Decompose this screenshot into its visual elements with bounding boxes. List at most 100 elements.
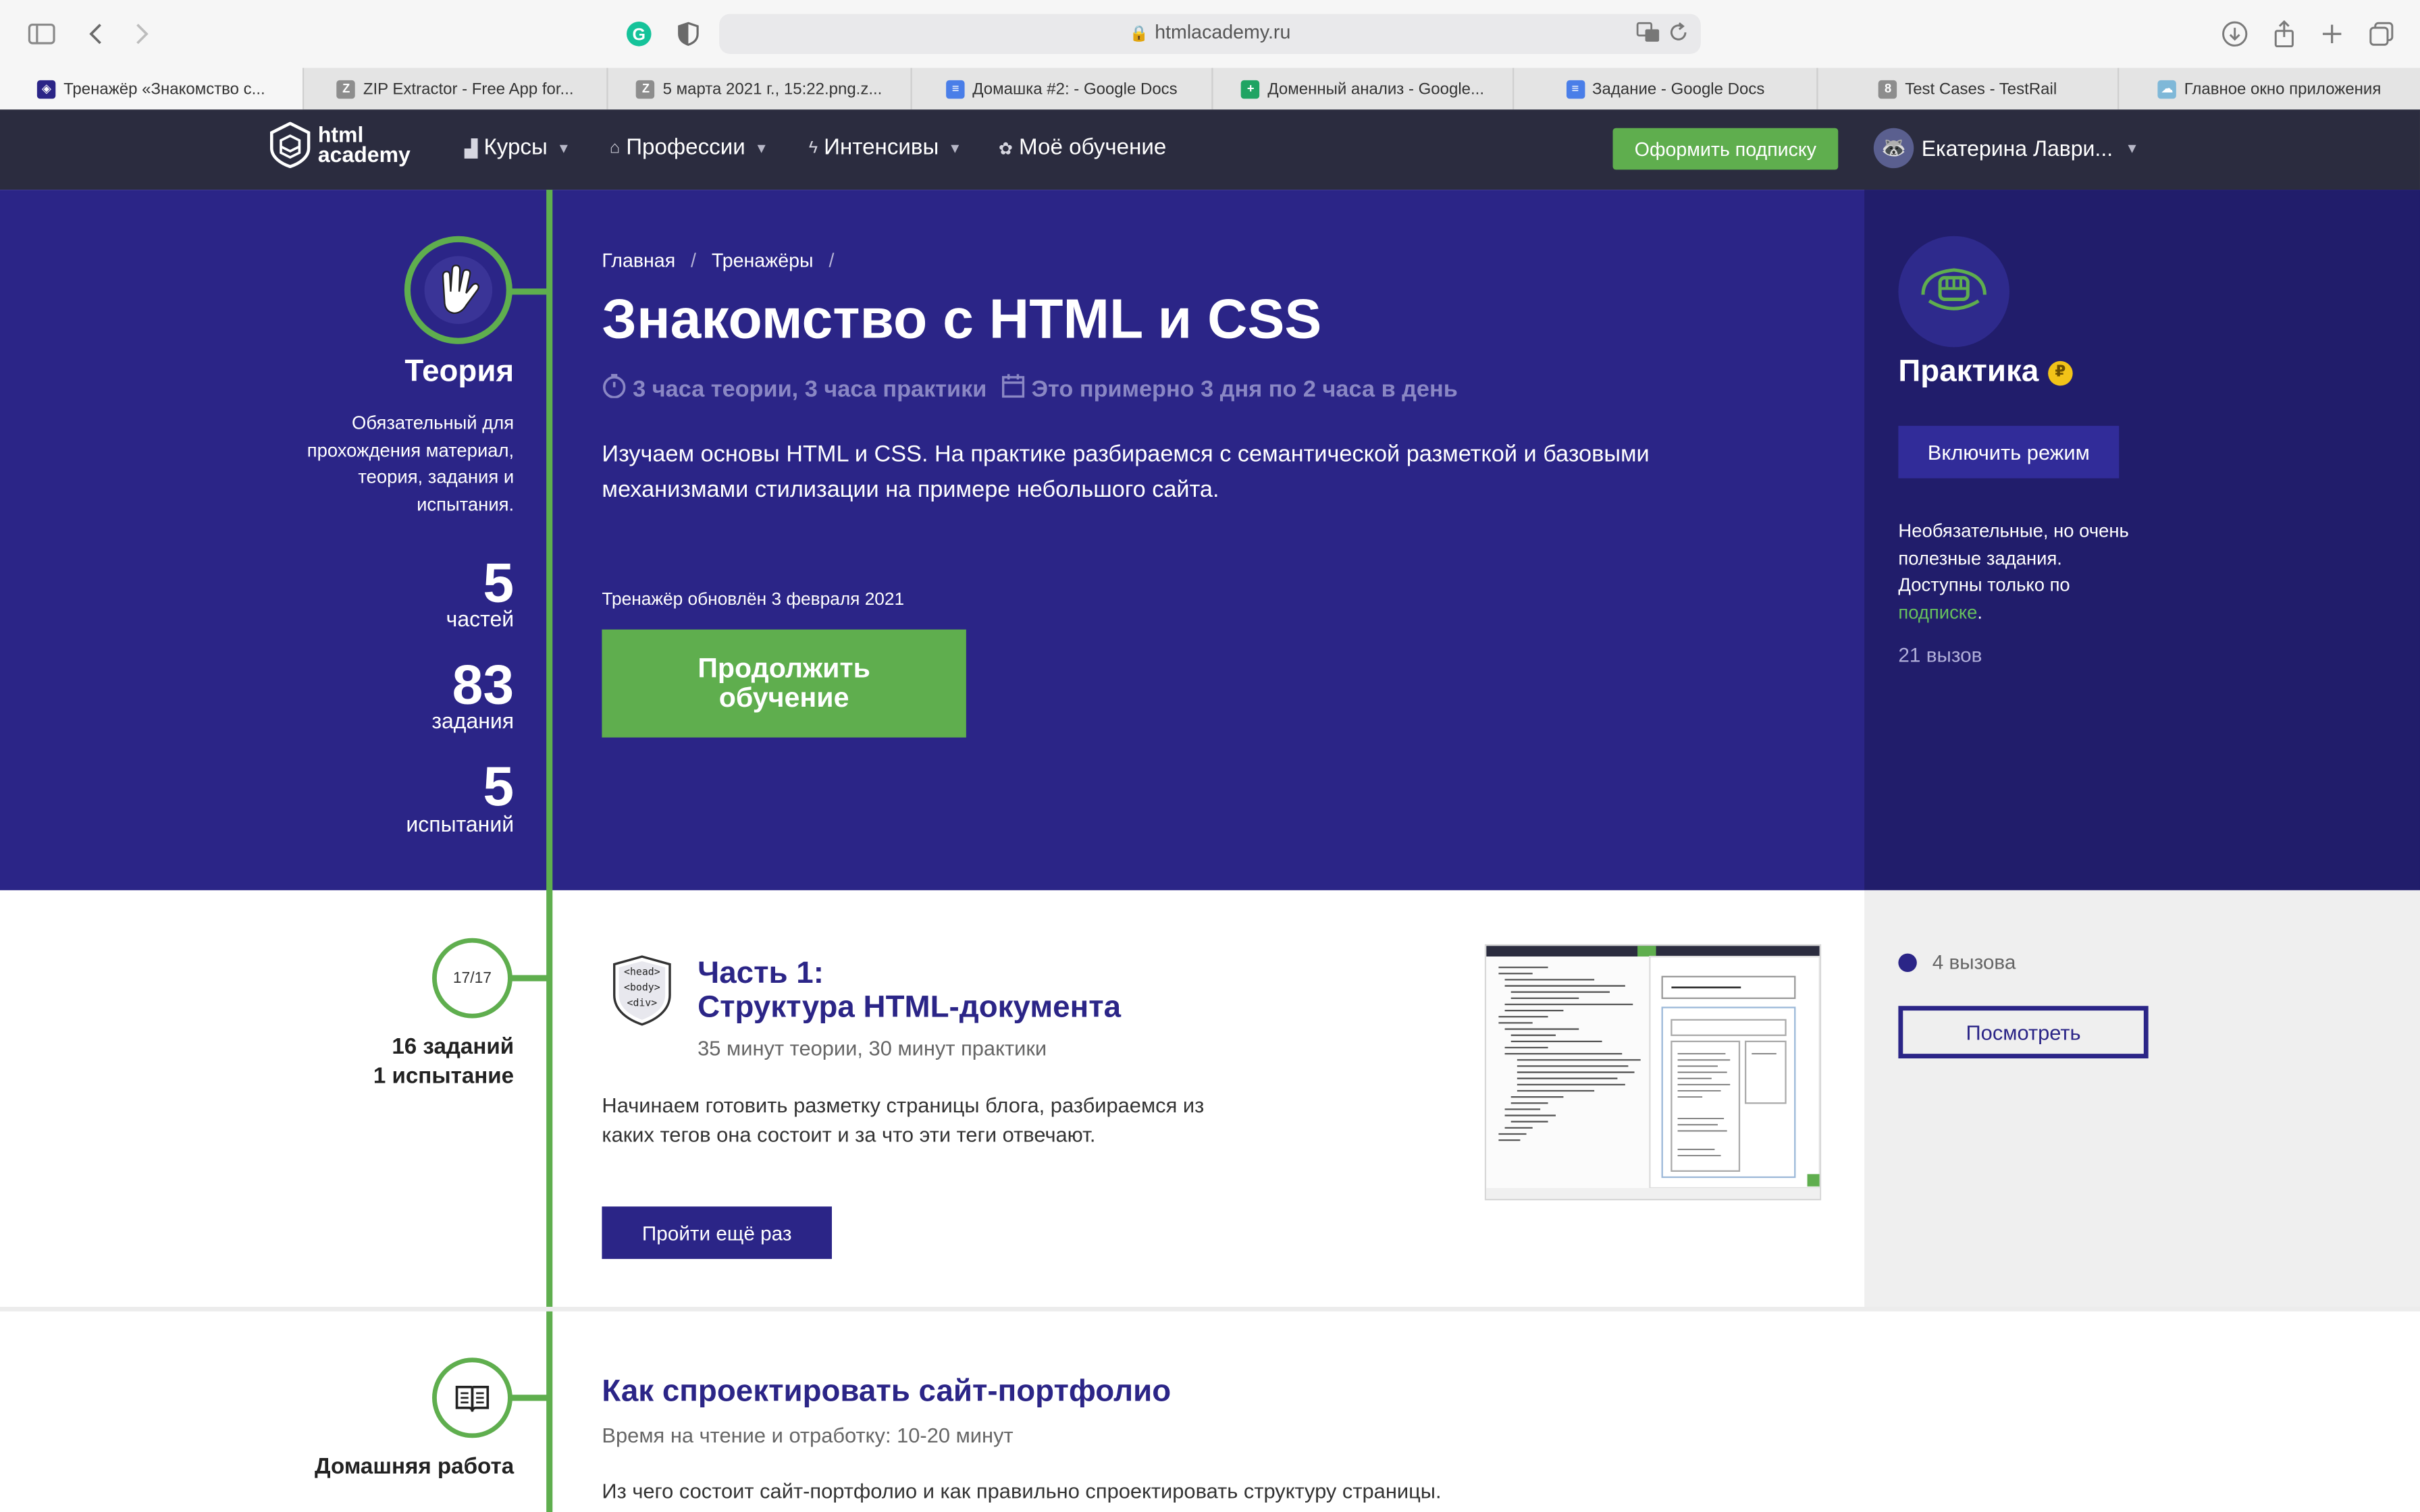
breadcrumb-separator: / <box>828 250 835 272</box>
page-title: Знакомство с HTML и CSS <box>602 287 1322 350</box>
tab-title: Test Cases - TestRail <box>1905 79 2057 99</box>
google-docs-icon: ≡ <box>1566 79 1585 99</box>
view-button[interactable]: Посмотреть <box>1898 1006 2149 1058</box>
stat-parts-label: частей <box>446 606 515 631</box>
stat-parts-value: 5 <box>483 550 515 614</box>
browser-tab[interactable]: + Доменный анализ - Google... <box>1213 68 1515 110</box>
tabs-icon[interactable] <box>2363 16 2400 53</box>
clock-icon <box>602 373 627 404</box>
stat-tasks-label: задания <box>431 708 515 733</box>
address-bar[interactable]: 🔒 htmlacademy.ru <box>719 14 1701 54</box>
book-icon <box>455 1386 490 1412</box>
zip-favicon-icon: Z <box>336 79 356 99</box>
section-divider <box>0 1306 2420 1312</box>
subscribe-button[interactable]: Оформить подписку <box>1612 128 1839 170</box>
nav-courses-label: Курсы <box>483 136 548 161</box>
shield-privacy-icon[interactable] <box>670 16 707 53</box>
timeline-line <box>546 190 553 1512</box>
stat-trials-label: испытаний <box>406 811 515 836</box>
browser-toolbar: G 🔒 htmlacademy.ru <box>0 0 2420 68</box>
course-duration: 3 часа теории, 3 часа практики <box>633 375 987 402</box>
fist-icon <box>1921 268 1987 310</box>
nav-professions-label: Профессии <box>626 136 745 161</box>
part1-trials: 1 испытание <box>373 1064 515 1089</box>
part1-title-line2: Структура HTML-документа <box>698 990 1122 1025</box>
svg-text:G: G <box>633 25 646 44</box>
logo[interactable]: html academy <box>269 122 411 169</box>
shield-tag: <body> <box>624 981 660 993</box>
forward-icon[interactable] <box>124 16 161 53</box>
testrail-favicon-icon: 8 <box>1878 79 1897 99</box>
retry-button[interactable]: Пройти ещё раз <box>602 1206 832 1260</box>
breadcrumb: Главная / Тренажёры / <box>602 250 834 271</box>
coin-icon: ₽ <box>2048 360 2073 385</box>
part1-shield-icon: <head> <body> <div> <box>612 955 671 1034</box>
subscription-link[interactable]: подписке <box>1898 601 1977 622</box>
practice-title-text: Практика <box>1898 354 2039 389</box>
grammarly-icon[interactable]: G <box>621 16 658 53</box>
breadcrumb-home[interactable]: Главная <box>602 250 675 271</box>
practice-desc-end: . <box>1977 601 1983 623</box>
browser-tab[interactable]: 8 Test Cases - TestRail <box>1818 68 2120 110</box>
shield-tag: <div> <box>627 996 658 1008</box>
lightning-icon: ϟ <box>808 138 818 158</box>
homework-description: Из чего состоит сайт-портфолио и как пра… <box>602 1479 1442 1503</box>
google-docs-icon: ≡ <box>946 79 965 99</box>
browser-tab[interactable]: ◈ Тренажёр «Знакомство с... <box>0 68 305 110</box>
hand-icon <box>424 256 493 324</box>
part1-title[interactable]: Часть 1: Структура HTML-документа <box>698 956 1121 1025</box>
browser-tab[interactable]: ≡ Задание - Google Docs <box>1514 68 1818 110</box>
breadcrumb-trainers[interactable]: Тренажёры <box>712 250 814 271</box>
browser-tab[interactable]: ☁ Главное окно приложения <box>2119 68 2420 110</box>
user-menu[interactable]: 🦝 Екатерина Лаври... ▼ <box>1873 128 2139 169</box>
continue-learning-button[interactable]: Продолжить обучение <box>602 629 966 738</box>
nav-intensives[interactable]: ϟ Интенсивы ▼ <box>809 136 962 161</box>
calendar-icon <box>1002 373 1025 404</box>
part1-challenges-count: 4 вызова <box>1932 950 2016 974</box>
course-description: Изучаем основы HTML и CSS. На практике р… <box>602 441 1650 504</box>
homework-title[interactable]: Как спроектировать сайт-портфолио <box>602 1375 1171 1411</box>
timeline-branch <box>509 975 550 981</box>
nav-my-learning[interactable]: ✿ Моё обучение <box>999 136 1166 161</box>
sidebar-icon[interactable] <box>23 16 60 53</box>
stat-trials-value: 5 <box>483 754 515 818</box>
plus-icon[interactable] <box>2313 16 2350 53</box>
browser-tab[interactable]: Z 5 марта 2021 г., 15:22.png.z... <box>608 68 912 110</box>
homework-badge <box>431 1357 512 1438</box>
share-icon[interactable] <box>2265 16 2303 53</box>
browser-tab[interactable]: Z ZIP Extractor - Free App for... <box>304 68 608 110</box>
part1-title-line1: Часть 1: <box>698 956 824 991</box>
nav-courses[interactable]: ▟ Курсы ▼ <box>465 136 571 161</box>
tab-title: 5 марта 2021 г., 15:22.png.z... <box>662 79 883 99</box>
user-name: Екатерина Лаври... <box>1921 136 2113 161</box>
browser-tab[interactable]: ≡ Домашка #2: - Google Docs <box>912 68 1213 110</box>
tab-bar: ◈ Тренажёр «Знакомство с... Z ZIP Extrac… <box>0 68 2420 111</box>
enable-mode-button[interactable]: Включить режим <box>1898 425 2120 479</box>
nav-intensives-label: Интенсивы <box>824 136 939 161</box>
course-meta: 3 часа теории, 3 часа практики Это приме… <box>602 373 1458 404</box>
updated-date: Тренажёр обновлён 3 февраля 2021 <box>602 591 905 610</box>
part1-preview-image[interactable] <box>1484 944 1822 1201</box>
back-icon[interactable] <box>77 16 114 53</box>
translate-icon[interactable] <box>1636 22 1661 51</box>
homework-meta: Время на чтение и отработку: 10-20 минут <box>602 1424 1014 1447</box>
theory-badge <box>404 236 512 344</box>
status-dot-icon <box>1898 952 1917 971</box>
htmlacademy-favicon-icon: ◈ <box>37 79 56 99</box>
part1-challenges: 4 вызова <box>1898 950 2016 973</box>
site-header: html academy ▟ Курсы ▼ ⌂ Профессии ▼ ϟ И… <box>0 109 2420 190</box>
google-sheets-icon: + <box>1241 79 1260 99</box>
part1-stats: 16 заданий 1 испытание <box>278 1033 514 1092</box>
nav-professions[interactable]: ⌂ Профессии ▼ <box>610 136 768 161</box>
chevron-down-icon: ▼ <box>754 140 768 156</box>
logo-line2: academy <box>317 142 411 167</box>
part1-progress-badge: 17/17 <box>431 938 512 1019</box>
chevron-down-icon: ▼ <box>2125 140 2139 156</box>
download-icon[interactable] <box>2216 16 2253 53</box>
continue-learning-label: Продолжить обучение <box>698 652 870 713</box>
tab-title: Домашка #2: - Google Docs <box>972 79 1178 99</box>
shield-tag: <head> <box>624 966 660 978</box>
reload-icon[interactable] <box>1668 22 1689 51</box>
tab-title: ZIP Extractor - Free App for... <box>363 79 574 99</box>
logo-icon <box>269 122 311 169</box>
